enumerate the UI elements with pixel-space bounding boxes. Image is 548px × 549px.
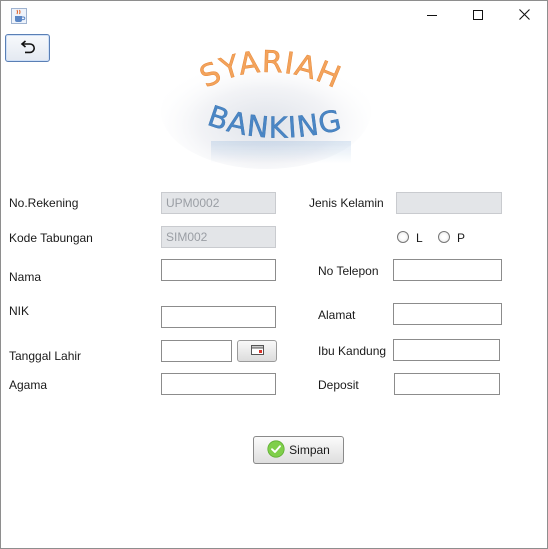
no-telepon-field[interactable] bbox=[393, 259, 502, 281]
agama-field[interactable] bbox=[161, 373, 276, 395]
radio-p[interactable] bbox=[438, 231, 450, 243]
simpan-label: Simpan bbox=[289, 443, 330, 457]
ibu-kandung-field[interactable] bbox=[393, 339, 500, 361]
minimize-icon bbox=[427, 9, 437, 23]
maximize-icon bbox=[473, 9, 483, 23]
simpan-button[interactable]: Simpan bbox=[253, 436, 344, 464]
label-nik: NIK bbox=[9, 304, 30, 318]
maximize-button[interactable] bbox=[455, 1, 501, 31]
alamat-field[interactable] bbox=[393, 303, 502, 325]
nama-field[interactable] bbox=[161, 259, 276, 281]
kode-tabungan-field[interactable]: SIM002 bbox=[161, 226, 276, 248]
undo-arrow-icon bbox=[19, 39, 37, 57]
tanggal-lahir-field[interactable] bbox=[161, 340, 232, 362]
syariah-banking-logo: SYARIAH BANKING bbox=[161, 39, 371, 169]
back-button[interactable] bbox=[5, 34, 50, 62]
label-tanggal-lahir: Tanggal Lahir bbox=[9, 349, 82, 363]
label-deposit: Deposit bbox=[318, 378, 359, 392]
calendar-icon bbox=[250, 344, 264, 358]
label-kode-tabungan: Kode Tabungan bbox=[9, 231, 93, 245]
date-picker-button[interactable] bbox=[237, 340, 277, 362]
label-no-rekening: No.Rekening bbox=[9, 196, 79, 210]
minimize-button[interactable] bbox=[409, 1, 455, 31]
no-rekening-field[interactable]: UPM0002 bbox=[161, 192, 276, 214]
title-bar bbox=[1, 1, 547, 31]
close-button[interactable] bbox=[501, 1, 547, 31]
label-alamat: Alamat bbox=[318, 308, 356, 322]
deposit-field[interactable] bbox=[394, 373, 500, 395]
radio-l[interactable] bbox=[397, 231, 409, 243]
nik-field[interactable] bbox=[161, 306, 276, 328]
java-cup-icon bbox=[11, 8, 27, 24]
jenis-kelamin-field[interactable] bbox=[396, 192, 502, 214]
check-circle-icon bbox=[267, 439, 285, 461]
close-icon bbox=[518, 9, 530, 23]
radio-l-label: L bbox=[416, 231, 423, 245]
app-window: SYARIAH BANKING No.Rekening Kode Tabunga… bbox=[0, 0, 548, 549]
radio-p-label: P bbox=[457, 231, 466, 245]
label-nama: Nama bbox=[9, 270, 42, 284]
label-agama: Agama bbox=[9, 378, 48, 392]
label-jenis-kelamin: Jenis Kelamin bbox=[309, 196, 384, 210]
label-no-telepon: No Telepon bbox=[318, 264, 379, 278]
label-ibu-kandung: Ibu Kandung bbox=[318, 344, 387, 358]
